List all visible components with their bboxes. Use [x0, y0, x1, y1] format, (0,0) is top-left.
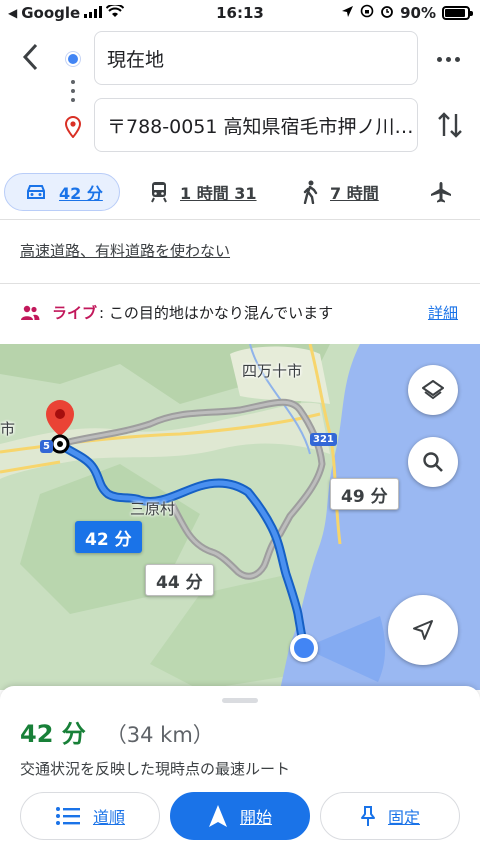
more-options-button[interactable] [432, 48, 464, 70]
steps-label: 道順 [92, 808, 125, 827]
navigation-arrow-icon [413, 620, 433, 640]
tab-transit-label: 1 時間 31 [180, 184, 257, 203]
tab-walking[interactable]: 7 時間 [302, 173, 379, 211]
tab-flight[interactable] [430, 173, 452, 211]
divider [0, 283, 480, 284]
people-icon [21, 305, 40, 320]
swap-locations-button[interactable] [436, 110, 464, 144]
route-options-link[interactable]: 高速道路、有料道路を使わない [20, 240, 230, 261]
walking-icon [303, 180, 318, 204]
layers-icon [422, 380, 444, 400]
route-dots-icon [71, 80, 75, 107]
map-label-shimanto: 四万十市 [242, 362, 303, 380]
map-label-city: 市 [0, 420, 16, 438]
recenter-button[interactable] [388, 595, 458, 665]
search-map-button[interactable] [408, 437, 458, 487]
live-label: ライブ [52, 304, 98, 322]
travel-mode-tabs: 42 分 1 時間 31 7 時間 [0, 170, 480, 214]
destination-input[interactable]: 〒788-0051 高知県宿毛市押ノ川… [94, 98, 418, 152]
route-321-shield: 321 [310, 433, 337, 446]
location-arrow-icon [341, 4, 354, 22]
route-label-alt-2[interactable]: 44 分 [145, 564, 214, 596]
live-busyness-row: ライブ : この目的地はかなり混んでいます 詳細 [20, 302, 470, 323]
route-distance: （34 km） [105, 723, 214, 747]
airplane-icon [431, 182, 451, 203]
back-button[interactable] [16, 40, 44, 74]
layers-button[interactable] [408, 365, 458, 415]
route-duration: 42 分 [20, 720, 86, 748]
origin-input[interactable]: 現在地 [94, 31, 418, 85]
origin-dot-icon [66, 52, 80, 66]
battery-icon [442, 6, 473, 20]
start-navigation-button[interactable]: 開始 [170, 792, 310, 840]
divider [0, 219, 480, 220]
battery-percent: 90% [400, 4, 436, 22]
route-label-alt-1[interactable]: 49 分 [330, 478, 399, 510]
rotation-lock-icon [360, 4, 374, 22]
route-5-shield: 5 [40, 440, 53, 453]
navigation-icon [208, 805, 227, 827]
start-label: 開始 [239, 808, 272, 827]
sheet-drag-handle[interactable] [222, 698, 258, 703]
map-label-mihara: 三原村 [130, 500, 176, 518]
pin-label: 固定 [387, 808, 420, 827]
train-icon [151, 182, 167, 203]
pushpin-icon [360, 806, 375, 826]
status-bar: ◀ Google 16:13 90% [0, 0, 480, 28]
route-summary-sheet: 42 分 （34 km） 交通状況を反映した現時点の最速ルート 道順 開始 固定 [0, 686, 480, 854]
tab-transit[interactable]: 1 時間 31 [150, 173, 257, 211]
car-icon [27, 185, 45, 199]
steps-button[interactable]: 道順 [20, 792, 160, 840]
swap-icon [438, 112, 462, 138]
map-view[interactable]: 四万十市 三原村 市 321 5 42 分 49 分 44 分 [0, 344, 480, 690]
route-note: 交通状況を反映した現時点の最速ルート [20, 760, 291, 778]
current-location-icon [290, 634, 318, 662]
alarm-icon [380, 4, 394, 22]
live-message: : この目的地はかなり混んでいます [99, 304, 334, 322]
destination-pin-icon [63, 115, 83, 142]
pin-route-button[interactable]: 固定 [320, 792, 460, 840]
list-icon [55, 807, 80, 825]
search-icon [423, 452, 443, 472]
tab-driving[interactable]: 42 分 [4, 173, 120, 211]
details-link[interactable]: 詳細 [428, 302, 458, 323]
route-label-main[interactable]: 42 分 [75, 521, 142, 553]
tab-walking-label: 7 時間 [330, 184, 379, 203]
tab-driving-label: 42 分 [59, 184, 103, 203]
chevron-left-icon [22, 43, 38, 71]
